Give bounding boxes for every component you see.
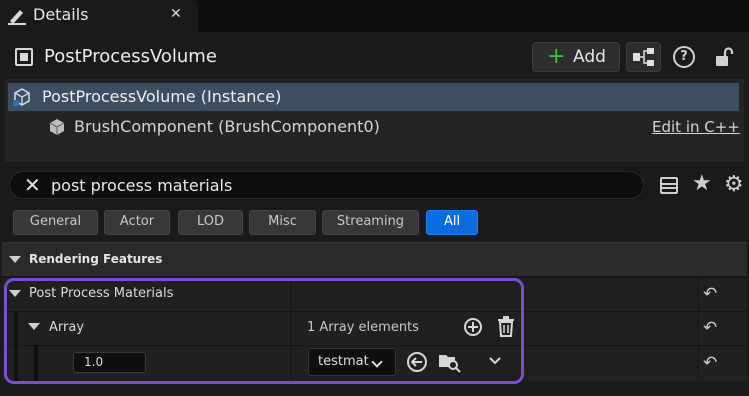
unlock-icon[interactable] [714, 47, 734, 67]
cube-icon [49, 119, 65, 135]
category-label: Rendering Features [29, 252, 163, 266]
column-divider [698, 278, 699, 311]
reset-to-default-icon[interactable]: ↶ [703, 284, 717, 304]
filter-streaming[interactable]: Streaming [322, 210, 419, 235]
filter-all[interactable]: All [426, 210, 478, 235]
actor-icon [15, 48, 33, 66]
indent-guide [14, 311, 18, 345]
clear-search-icon[interactable]: ✕ [24, 173, 41, 197]
star-icon[interactable]: ★ [692, 171, 712, 196]
filter-actor[interactable]: Actor [104, 210, 170, 235]
close-icon[interactable]: ✕ [170, 6, 182, 22]
material-name: testmat [318, 354, 369, 369]
plus-icon: + [547, 44, 566, 69]
array-count: 1 Array elements [307, 320, 419, 335]
delete-icon[interactable] [497, 316, 515, 337]
help-icon[interactable]: ? [673, 46, 695, 68]
search-field[interactable]: ✕ post process materials [9, 171, 644, 199]
filter-lod[interactable]: LOD [178, 210, 243, 235]
collapse-arrow-icon[interactable] [9, 290, 21, 297]
column-divider [291, 346, 292, 379]
component-label: PostProcessVolume (Instance) [42, 87, 282, 106]
column-divider [698, 312, 699, 345]
weight-input[interactable]: 1.0 [73, 352, 146, 373]
property-label: Array [49, 320, 85, 335]
tab-bar: Details ✕ [0, 0, 749, 32]
collapse-arrow-icon[interactable] [28, 323, 40, 330]
gear-icon[interactable]: ⚙ [724, 172, 744, 197]
property-label: Post Process Materials [29, 286, 174, 301]
tab-title: Details [33, 5, 89, 24]
reset-to-default-icon[interactable]: ↶ [703, 318, 717, 338]
filter-misc[interactable]: Misc [249, 210, 316, 235]
collapse-arrow-icon[interactable] [9, 256, 21, 263]
add-label: Add [573, 47, 606, 67]
use-selected-icon[interactable] [406, 351, 428, 373]
filter-general[interactable]: General [13, 210, 98, 235]
material-combo[interactable]: testmat [308, 348, 396, 376]
blueprint-icon [633, 48, 654, 66]
column-divider [291, 278, 292, 311]
column-divider [291, 312, 292, 345]
edit-in-cpp-link[interactable]: Edit in C++ [652, 118, 740, 136]
chevron-down-icon [371, 356, 383, 368]
volume-icon [13, 88, 30, 106]
browse-icon[interactable] [438, 351, 462, 373]
component-label[interactable]: BrushComponent (BrushComponent0) [74, 117, 380, 136]
expand-chevron-icon[interactable] [488, 356, 502, 366]
add-element-icon[interactable] [463, 317, 483, 337]
tab-details[interactable]: Details ✕ [0, 0, 198, 32]
indent-guide [14, 345, 18, 381]
blueprint-button[interactable] [626, 42, 661, 72]
column-divider [698, 346, 699, 379]
actor-title: PostProcessVolume [44, 46, 217, 67]
search-input[interactable]: post process materials [51, 176, 232, 195]
indent-guide [34, 345, 38, 381]
pencil-icon [8, 10, 26, 25]
add-component-button[interactable]: + Add [532, 42, 620, 72]
reset-to-default-icon[interactable]: ↶ [703, 353, 717, 373]
table-view-icon[interactable] [660, 177, 678, 194]
